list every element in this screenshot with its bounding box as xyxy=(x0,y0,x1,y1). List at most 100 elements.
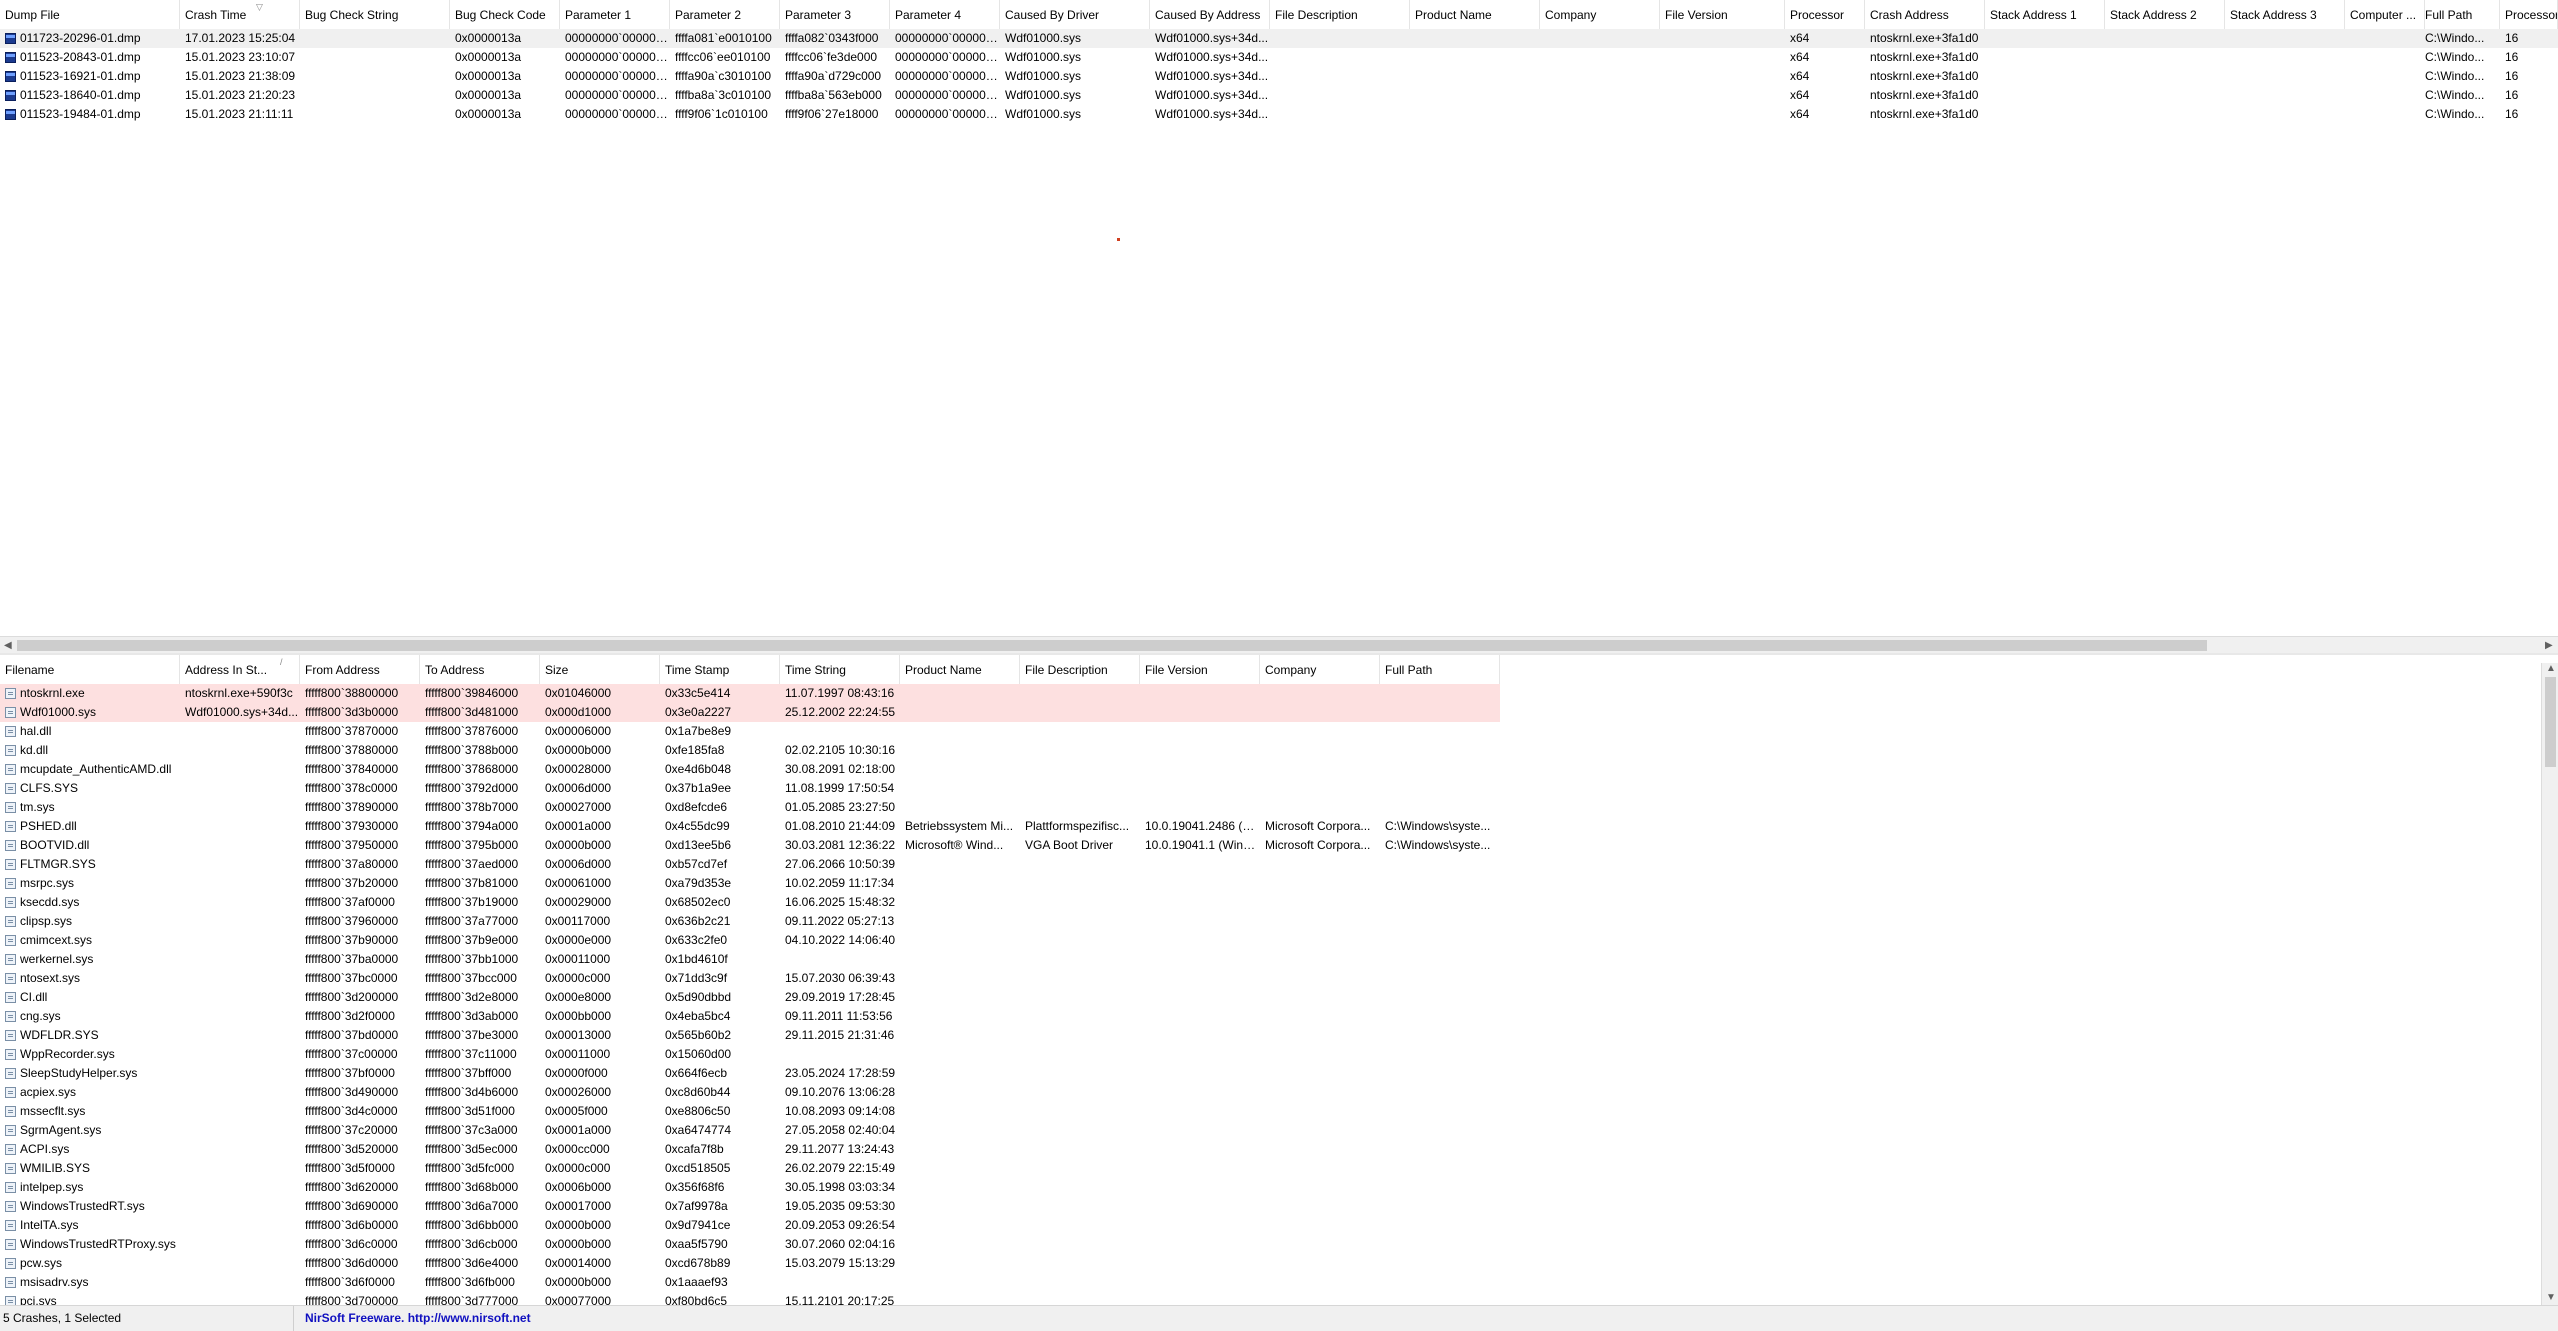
driver-row[interactable]: ntoskrnl.exe ntoskrnl.exe+590f3c fffff800`… xyxy=(0,684,1500,703)
table-cell xyxy=(1260,855,1380,874)
driver-row[interactable]: WindowsTrustedRTProxy.sys fffff800`3d6c00… xyxy=(0,1235,1500,1254)
table-cell: C:\Windo... xyxy=(2425,50,2485,64)
vertical-scrollbar[interactable]: ▲ ▼ xyxy=(2541,663,2558,1305)
driver-column-header[interactable]: From Address xyxy=(300,655,420,684)
crash-column-header[interactable]: Company xyxy=(1540,0,1660,29)
driver-row[interactable]: ACPI.sys fffff800`3d520000 fffff800`3d5ec0… xyxy=(0,1140,1500,1159)
crash-column-header[interactable]: Processor xyxy=(1785,0,1865,29)
driver-row[interactable]: Wdf01000.sys Wdf01000.sys+34d... fffff800`… xyxy=(0,703,1500,722)
driver-row[interactable]: clipsp.sys fffff800`37960000 fffff800`37a7… xyxy=(0,912,1500,931)
crash-column-header[interactable]: File Version xyxy=(1660,0,1785,29)
driver-row[interactable]: CLFS.SYS fffff800`378c0000 fffff800`3792d0… xyxy=(0,779,1500,798)
driver-column-header[interactable]: To Address xyxy=(420,655,540,684)
driver-row[interactable]: mcupdate_AuthenticAMD.dll fffff800`378400… xyxy=(0,760,1500,779)
driver-row[interactable]: msisadrv.sys fffff800`3d6f0000 fffff800`3d… xyxy=(0,1273,1500,1292)
crash-column-header[interactable]: Bug Check String xyxy=(300,0,450,29)
crash-row[interactable]: 011523-20843-01.dmp 15.01.2023 23:10:07 0x… xyxy=(0,48,2558,67)
cell-text: ksecdd.sys xyxy=(20,895,80,909)
driver-column-header[interactable]: Filename xyxy=(0,655,180,684)
nirsoft-link[interactable]: http://www.nirsoft.net xyxy=(408,1311,531,1325)
driver-column-header[interactable]: Product Name xyxy=(900,655,1020,684)
driver-row[interactable]: IntelTA.sys fffff800`3d6b0000 fffff800`3d6… xyxy=(0,1216,1500,1235)
table-cell: 10.0.19041.1 (WinB... xyxy=(1145,838,1260,852)
crash-column-header[interactable]: Parameter 2 xyxy=(670,0,780,29)
driver-row[interactable]: tm.sys fffff800`37890000 fffff800`378b7000… xyxy=(0,798,1500,817)
driver-row[interactable]: FLTMGR.SYS fffff800`37a80000 fffff800`37ae… xyxy=(0,855,1500,874)
table-cell xyxy=(1260,1026,1380,1045)
driver-row[interactable]: pci.sys fffff800`3d700000 fffff800`3d77700… xyxy=(0,1292,1500,1305)
driver-column-header[interactable]: Size xyxy=(540,655,660,684)
driver-row[interactable]: SleepStudyHelper.sys fffff800`37bf0000 fff… xyxy=(0,1064,1500,1083)
crash-column-header[interactable]: Processor xyxy=(2500,0,2558,29)
driver-row[interactable]: WDFLDR.SYS fffff800`37bd0000 fffff800`37be… xyxy=(0,1026,1500,1045)
table-cell: 0x00117000 xyxy=(545,914,611,928)
crash-column-header[interactable]: Parameter 4 xyxy=(890,0,1000,29)
horizontal-scroll-thumb[interactable] xyxy=(17,640,2207,651)
driver-row[interactable]: intelpep.sys fffff800`3d620000 fffff800`3d… xyxy=(0,1178,1500,1197)
driver-list-pane[interactable]: Filename Address In St... From Address To A… xyxy=(0,655,2558,1305)
scroll-down-icon[interactable]: ▼ xyxy=(2546,1289,2556,1306)
crash-column-header[interactable]: Stack Address 1 xyxy=(1985,0,2105,29)
driver-column-header[interactable]: Time String xyxy=(780,655,900,684)
driver-row[interactable]: pcw.sys fffff800`3d6d0000 fffff800`3d6e400… xyxy=(0,1254,1500,1273)
crash-column-header[interactable]: Caused By Address xyxy=(1150,0,1270,29)
crash-column-header[interactable]: Parameter 1 xyxy=(560,0,670,29)
table-cell xyxy=(180,912,300,931)
cell-text: tm.sys xyxy=(20,800,55,814)
driver-row[interactable]: werkernel.sys fffff800`37ba0000 fffff800`3… xyxy=(0,950,1500,969)
driver-column-header[interactable]: File Version xyxy=(1140,655,1260,684)
table-cell: Wdf01000.sys+34d... xyxy=(1155,88,1269,102)
crash-column-header[interactable]: Crash Address xyxy=(1865,0,1985,29)
crash-column-header[interactable]: File Description xyxy=(1270,0,1410,29)
driver-row[interactable]: WMILIB.SYS fffff800`3d5f0000 fffff800`3d5f… xyxy=(0,1159,1500,1178)
row-primary-cell: ACPI.sys xyxy=(0,1140,180,1159)
cell-text: ntosext.sys xyxy=(20,971,81,985)
driver-row[interactable]: PSHED.dll fffff800`37930000 fffff800`3794a… xyxy=(0,817,1500,836)
crash-list-pane[interactable]: Dump File Crash Time Bug Check String Bug C… xyxy=(0,0,2558,636)
table-cell xyxy=(2225,67,2345,86)
crash-column-header[interactable]: Stack Address 2 xyxy=(2105,0,2225,29)
driver-row[interactable]: WindowsTrustedRT.sys fffff800`3d690000 fff… xyxy=(0,1197,1500,1216)
crash-column-header[interactable]: Caused By Driver xyxy=(1000,0,1150,29)
driver-column-header[interactable]: Company xyxy=(1260,655,1380,684)
driver-row[interactable]: ntosext.sys fffff800`37bc0000 fffff800`37b… xyxy=(0,969,1500,988)
crash-column-header[interactable]: Computer ... xyxy=(2345,0,2425,29)
crash-row[interactable]: 011723-20296-01.dmp 17.01.2023 15:25:04 0x… xyxy=(0,29,2558,48)
driver-row[interactable]: acpiex.sys fffff800`3d490000 fffff800`3d4b… xyxy=(0,1083,1500,1102)
crash-column-header[interactable]: Product Name xyxy=(1410,0,1540,29)
driver-row[interactable]: ksecdd.sys fffff800`37af0000 fffff800`37b1… xyxy=(0,893,1500,912)
table-cell xyxy=(900,893,1020,912)
scroll-left-icon[interactable]: ◀ xyxy=(4,637,12,654)
crash-column-header[interactable]: Crash Time xyxy=(180,0,300,29)
horizontal-scrollbar[interactable]: ◀ ▶ xyxy=(0,636,2558,654)
crash-column-header[interactable]: Full Path xyxy=(2420,0,2500,29)
vertical-scroll-thumb[interactable] xyxy=(2545,677,2556,767)
driver-row[interactable]: WppRecorder.sys fffff800`37c00000 fffff800… xyxy=(0,1045,1500,1064)
driver-row[interactable]: hal.dll fffff800`37870000 fffff800`3787600… xyxy=(0,722,1500,741)
driver-column-header[interactable]: Full Path xyxy=(1380,655,1500,684)
crash-column-header[interactable]: Parameter 3 xyxy=(780,0,890,29)
crash-column-header[interactable]: Dump File xyxy=(0,0,180,29)
crash-column-header[interactable]: Bug Check Code xyxy=(450,0,560,29)
crash-row[interactable]: 011523-16921-01.dmp 15.01.2023 21:38:09 0x… xyxy=(0,67,2558,86)
table-cell xyxy=(900,950,1020,969)
driver-row[interactable]: CI.dll fffff800`3d200000 fffff800`3d2e8000… xyxy=(0,988,1500,1007)
scroll-right-icon[interactable]: ▶ xyxy=(2545,637,2553,654)
driver-column-header[interactable]: File Description xyxy=(1020,655,1140,684)
driver-row[interactable]: msrpc.sys fffff800`37b20000 fffff800`37b81… xyxy=(0,874,1500,893)
crash-row[interactable]: 011523-19484-01.dmp 15.01.2023 21:11:11 0x… xyxy=(0,105,2558,124)
table-cell xyxy=(2345,86,2425,105)
driver-row[interactable]: cmimcext.sys fffff800`37b90000 fffff800`37… xyxy=(0,931,1500,950)
driver-row[interactable]: kd.dll fffff800`37880000 fffff800`3788b000… xyxy=(0,741,1500,760)
crash-row[interactable]: 011523-18640-01.dmp 15.01.2023 21:20:23 0x… xyxy=(0,86,2558,105)
scroll-up-icon[interactable]: ▲ xyxy=(2546,660,2556,677)
driver-row[interactable]: cng.sys fffff800`3d2f0000 fffff800`3d3ab00… xyxy=(0,1007,1500,1026)
table-cell: ffffa90a`d729c000 xyxy=(785,69,882,83)
driver-row[interactable]: mssecflt.sys fffff800`3d4c0000 fffff800`3d… xyxy=(0,1102,1500,1121)
table-cell: 0xcd518505 xyxy=(665,1161,731,1175)
driver-column-header[interactable]: Time Stamp xyxy=(660,655,780,684)
table-cell xyxy=(1260,1045,1380,1064)
crash-column-header[interactable]: Stack Address 3 xyxy=(2225,0,2345,29)
driver-row[interactable]: BOOTVID.dll fffff800`37950000 fffff800`379… xyxy=(0,836,1500,855)
driver-row[interactable]: SgrmAgent.sys fffff800`37c20000 fffff800`3… xyxy=(0,1121,1500,1140)
